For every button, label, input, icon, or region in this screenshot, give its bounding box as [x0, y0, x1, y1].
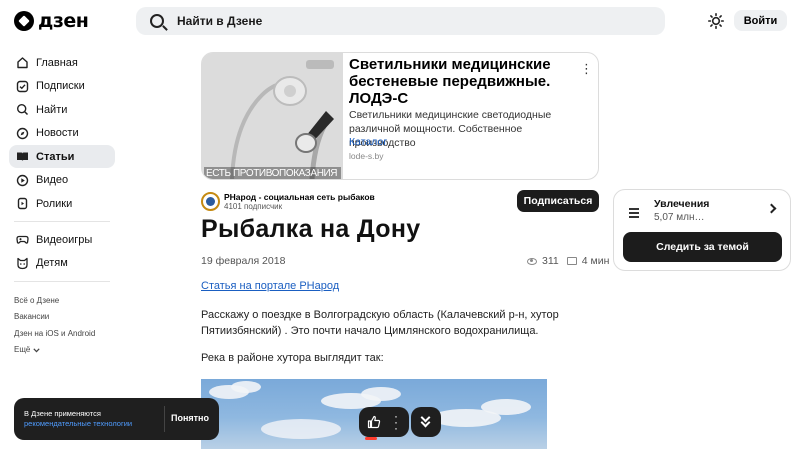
- articles-icon: [16, 150, 29, 163]
- sidebar-item-label: Новости: [36, 127, 79, 139]
- ad-domain: lode-s.by: [349, 151, 384, 161]
- chevron-right-icon[interactable]: [766, 203, 777, 214]
- article-title: Рыбалка на Дону: [201, 215, 421, 243]
- cookie-banner: В Дзене применяются рекомендательные тех…: [14, 398, 219, 440]
- more-options-icon[interactable]: ⋮: [580, 62, 593, 76]
- footer-link-apps[interactable]: Дзен на iOS и Android: [14, 326, 95, 342]
- topic-name: Увлечения: [654, 198, 710, 210]
- sidebar-item-articles[interactable]: Статьи: [9, 145, 115, 168]
- news-icon: [16, 127, 29, 140]
- chevron-down-icon: [420, 417, 431, 428]
- footer-link-vacancies[interactable]: Вакансии: [14, 309, 95, 325]
- topic-count: 5,07 млн…: [654, 212, 705, 223]
- like-indicator: [365, 437, 377, 440]
- search-icon: [150, 14, 164, 28]
- views-count: 311: [542, 255, 559, 267]
- sidebar-divider: [14, 280, 110, 282]
- article-paragraph: Расскажу о поездке в Волгоградскую облас…: [201, 309, 559, 337]
- sidebar-item-label: Видеоигры: [36, 233, 93, 246]
- kids-icon: [16, 257, 29, 270]
- cookie-tech-link[interactable]: рекомендательные технологии: [24, 419, 132, 429]
- home-icon: [16, 56, 29, 69]
- footer-more[interactable]: Ещё: [14, 342, 95, 358]
- search-input[interactable]: Найти в Дзене: [136, 7, 665, 35]
- ad-card[interactable]: ЕСТЬ ПРОТИВОПОКАЗАНИЯ Светильники медици…: [201, 52, 599, 180]
- sidebar-footer-links: Всё о Дзене Вакансии Дзен на iOS и Andro…: [14, 293, 95, 358]
- ad-catalog-link[interactable]: Каталог: [349, 136, 387, 148]
- clips-icon: [16, 197, 29, 210]
- cookie-divider: [164, 406, 165, 432]
- sidebar-item-label: Видео: [36, 174, 69, 186]
- channel-subscribers: 4101 подписчик: [224, 202, 283, 211]
- dislike-scroll-button[interactable]: [411, 407, 441, 437]
- sidebar-item-subscriptions[interactable]: Подписки: [9, 75, 115, 98]
- channel-name[interactable]: РНарод - социальная сеть рыбаков: [224, 192, 375, 202]
- reaction-bar: · · ·: [359, 407, 409, 440]
- ad-title[interactable]: Светильники медицинские бестеневые перед…: [349, 56, 579, 107]
- article-paragraph: Река в районе хутора выглядит так:: [201, 352, 384, 364]
- sidebar-item-search[interactable]: Найти: [9, 98, 115, 121]
- subscriptions-icon: [16, 80, 29, 93]
- search-icon: [16, 103, 29, 116]
- cookie-message: В Дзене применяются: [24, 409, 101, 418]
- menu-icon: [629, 208, 639, 220]
- sidebar-divider: [14, 221, 110, 222]
- login-button[interactable]: Войти: [734, 10, 787, 31]
- sidebar-item-home[interactable]: Главная: [9, 51, 115, 74]
- ad-warning-text: ЕСТЬ ПРОТИВОПОКАЗАНИЯ: [204, 167, 341, 179]
- sidebar-item-video[interactable]: Видео: [9, 169, 115, 192]
- cookie-ok-button[interactable]: Понятно: [171, 413, 209, 423]
- sidebar-item-label: Найти: [36, 103, 68, 116]
- read-time: 4 мин: [581, 255, 610, 267]
- channel-avatar[interactable]: [201, 192, 220, 211]
- video-icon: [16, 174, 29, 187]
- footer-link-about[interactable]: Всё о Дзене: [14, 293, 95, 309]
- theme-toggle-sun-icon[interactable]: [708, 13, 724, 29]
- ad-image: ЕСТЬ ПРОТИВОПОКАЗАНИЯ: [202, 53, 343, 179]
- chevron-down-icon: [33, 347, 41, 352]
- sidebar-item-label: Главная: [36, 56, 78, 69]
- sidebar-item-label: Статьи: [36, 150, 75, 163]
- search-placeholder: Найти в Дзене: [177, 14, 263, 28]
- sidebar-item-label: Детям: [36, 257, 68, 269]
- article-date: 19 февраля 2018: [201, 255, 286, 267]
- topic-card[interactable]: Увлечения 5,07 млн… Следить за темой: [613, 189, 791, 271]
- article-source-link[interactable]: Статья на портале РНарод: [201, 280, 339, 292]
- footer-more-label: Ещё: [14, 344, 31, 354]
- sidebar-item-clips[interactable]: Ролики: [9, 192, 115, 215]
- article-stats: 311 4 мин: [527, 255, 609, 267]
- logo-text: дзен: [38, 10, 89, 32]
- sidebar-item-label: Подписки: [36, 80, 85, 92]
- dzen-logo[interactable]: дзен: [14, 10, 89, 32]
- sidebar-nav: Главная Подписки Найти Новости Статьи Ви…: [9, 51, 115, 288]
- sidebar-item-label: Ролики: [36, 197, 73, 210]
- read-time-icon: [566, 257, 577, 265]
- eye-icon: [527, 257, 537, 265]
- like-icon[interactable]: [367, 415, 381, 429]
- subscribe-button[interactable]: Подписаться: [517, 190, 599, 212]
- sidebar-item-kids[interactable]: Детям: [9, 252, 115, 275]
- sidebar-item-news[interactable]: Новости: [9, 122, 115, 145]
- follow-topic-button[interactable]: Следить за темой: [623, 232, 782, 262]
- gamepad-icon: [16, 233, 29, 246]
- dzen-logo-icon: [14, 11, 34, 31]
- sidebar-item-videogames[interactable]: Видеоигры: [9, 228, 115, 251]
- more-options-icon[interactable]: · · ·: [393, 410, 399, 434]
- cookie-text: В Дзене применяются рекомендательные тех…: [24, 409, 132, 429]
